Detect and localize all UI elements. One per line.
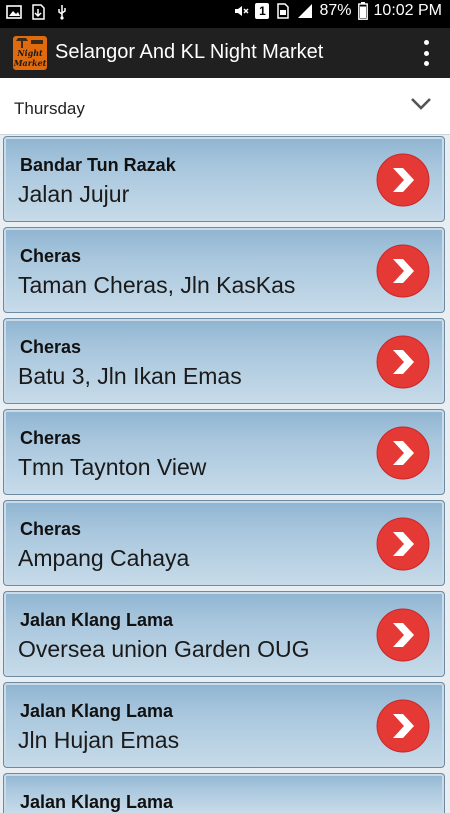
chevron-right-icon[interactable] bbox=[376, 608, 430, 662]
clock: 10:02 PM bbox=[373, 2, 442, 19]
market-list-item[interactable]: Bandar Tun Razak Jalan Jujur bbox=[3, 136, 445, 222]
sim-badge: 1 bbox=[255, 3, 270, 19]
market-area: Bandar Tun Razak bbox=[20, 155, 176, 175]
market-area: Jalan Klang Lama bbox=[20, 701, 174, 721]
app-title: Selangor And KL Night Market bbox=[55, 41, 324, 63]
market-area: Cheras bbox=[20, 246, 82, 266]
download-notification-icon bbox=[32, 4, 45, 20]
market-list-item[interactable]: Cheras Batu 3, Jln Ikan Emas bbox=[3, 318, 445, 404]
status-bar: 1 87% 10:02 PM bbox=[0, 0, 450, 28]
market-area: Cheras bbox=[20, 337, 82, 357]
market-location: Ampang Cahaya bbox=[18, 545, 190, 571]
status-icons: 1 87% 10:02 PM bbox=[233, 2, 442, 20]
market-list-item[interactable]: Cheras Taman Cheras, Jln KasKas bbox=[3, 227, 445, 313]
overflow-dot bbox=[423, 40, 429, 45]
market-location: Oversea union Garden OUG bbox=[18, 636, 310, 662]
market-location: Jln Hujan Emas bbox=[18, 727, 180, 753]
logo-text-bottom: Market bbox=[13, 58, 47, 68]
overflow-dot bbox=[423, 61, 429, 66]
overflow-menu-button[interactable] bbox=[420, 40, 432, 66]
market-location: Jalan Jujur bbox=[18, 181, 130, 207]
signal-icon bbox=[298, 4, 313, 18]
market-area: Jalan Klang Lama bbox=[20, 792, 174, 812]
overflow-dot bbox=[423, 50, 429, 56]
battery-icon bbox=[357, 2, 368, 20]
mute-icon bbox=[235, 6, 250, 16]
market-area: Jalan Klang Lama bbox=[20, 610, 174, 630]
day-dropdown-value: Thursday bbox=[14, 99, 85, 118]
market-list-item[interactable]: Jalan Klang Lama Oversea union Garden OU… bbox=[3, 591, 445, 677]
chevron-down-icon bbox=[411, 98, 431, 110]
chevron-right-icon[interactable] bbox=[376, 426, 430, 480]
chevron-right-icon[interactable] bbox=[376, 517, 430, 571]
chevron-right-icon[interactable] bbox=[376, 699, 430, 753]
market-location: Taman Cheras, Jln KasKas bbox=[18, 272, 296, 298]
chevron-right-icon[interactable] bbox=[376, 335, 430, 389]
battery-percent: 87% bbox=[319, 2, 352, 19]
sim-card-icon bbox=[277, 3, 290, 19]
app-bar: Night Market Selangor And KL Night Marke… bbox=[0, 28, 450, 78]
notification-icons bbox=[6, 4, 70, 20]
market-list-item[interactable]: Jalan Klang Lama Jln Hujan Emas bbox=[3, 682, 445, 768]
app-logo: Night Market bbox=[13, 36, 47, 70]
market-area: Cheras bbox=[20, 519, 82, 539]
usb-icon bbox=[58, 5, 66, 20]
day-dropdown[interactable]: Thursday bbox=[0, 78, 450, 135]
market-list-item[interactable]: Cheras Ampang Cahaya bbox=[3, 500, 445, 586]
market-location: Batu 3, Jln Ikan Emas bbox=[18, 363, 242, 389]
market-location: Tmn Taynton View bbox=[18, 454, 207, 480]
image-notification-icon bbox=[6, 5, 22, 19]
market-list-item[interactable]: Jalan Klang Lama bbox=[3, 773, 445, 813]
market-list-item[interactable]: Cheras Tmn Taynton View bbox=[3, 409, 445, 495]
logo-text-top: Night bbox=[17, 48, 43, 58]
market-area: Cheras bbox=[20, 428, 82, 448]
chevron-right-icon[interactable] bbox=[376, 153, 430, 207]
chevron-right-icon[interactable] bbox=[376, 244, 430, 298]
